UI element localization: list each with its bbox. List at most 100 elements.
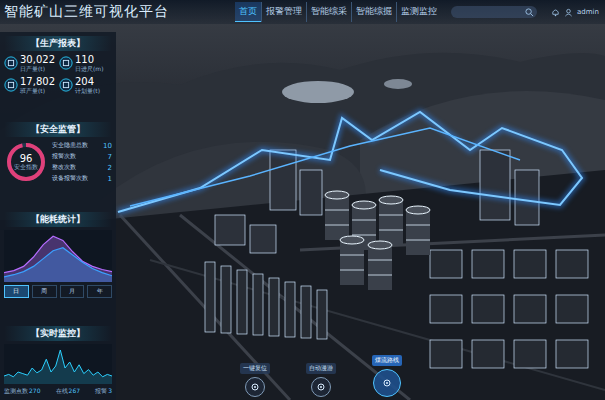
building xyxy=(301,286,311,338)
safety-body: 96安全指数安全隐患总数10报警次数7整改次数2设备报警次数1 xyxy=(4,140,112,184)
user-name[interactable]: admin xyxy=(577,8,599,16)
production-section: 【生产报表】 30,022日产量(t) 110日进尺(m) 17,802班产量(t)2… xyxy=(4,36,112,94)
section-title: 【生产报表】 xyxy=(4,36,112,51)
building xyxy=(556,295,588,323)
safety-value: 7 xyxy=(108,153,112,161)
silo-band xyxy=(379,215,403,216)
building xyxy=(430,340,462,368)
monitor-chart xyxy=(4,344,112,384)
safety-gauge: 96安全指数 xyxy=(4,140,48,184)
silo-top xyxy=(340,236,364,244)
monitor-stat: 监测点数270 xyxy=(4,387,40,396)
energy-area xyxy=(4,236,112,282)
left-panel: 【生产报表】30,022日产量(t)110日进尺(m)17,802班产量(t)2… xyxy=(0,32,116,400)
stat-label: 计划量(t) xyxy=(75,87,100,94)
nav-tab[interactable]: 智能综掘 xyxy=(351,2,396,22)
stat-text: 30,022日产量(t) xyxy=(20,54,55,72)
sky xyxy=(0,0,605,400)
monitor-stat-value: 267 xyxy=(69,387,80,396)
monitor-stat-label: 报警 xyxy=(95,387,107,396)
silo-top xyxy=(352,201,376,209)
nav-tab[interactable]: 首页 xyxy=(235,2,261,22)
safety-row: 安全隐患总数10 xyxy=(52,141,112,150)
silo xyxy=(379,196,403,245)
road xyxy=(180,215,410,400)
stat-value: 30,022 xyxy=(20,54,55,65)
silo-body xyxy=(325,195,349,240)
action-label: 煤流路线 xyxy=(372,355,402,366)
building xyxy=(285,282,295,337)
mine-platform: 智能矿山三维可视化平台 首页报警管理智能综采智能综掘监测监控 admin 【生产报表】… xyxy=(0,0,605,400)
road xyxy=(120,215,290,400)
safety-label: 安全隐患总数 xyxy=(52,141,88,150)
stat-text: 17,802班产量(t) xyxy=(20,76,55,94)
building xyxy=(269,278,279,336)
safety-section: 【安全监管】96安全指数安全隐患总数10报警次数7整改次数2设备报警次数1 xyxy=(4,122,112,184)
stat-card: 204计划量(t) xyxy=(59,76,112,94)
bell-icon[interactable] xyxy=(551,8,560,17)
silo-band xyxy=(379,230,403,231)
monitor-stat: 报警3 xyxy=(95,387,112,396)
monitor-series xyxy=(4,350,112,384)
energy-chart xyxy=(4,230,112,282)
silo-band xyxy=(352,220,376,221)
stat-text: 110日进尺(m) xyxy=(75,54,104,72)
building xyxy=(270,150,296,210)
app-title: 智能矿山三维可视化平台 xyxy=(4,3,169,21)
silo-band xyxy=(340,255,364,256)
silo-top xyxy=(406,206,430,214)
monitor-stat-label: 在线 xyxy=(56,387,68,396)
safety-row: 报警次数 7 xyxy=(52,152,112,161)
energy-section: 【能耗统计】日周月年 xyxy=(4,212,112,298)
building xyxy=(237,270,247,334)
action-circle[interactable] xyxy=(245,377,265,397)
gauge-label: 安全指数 xyxy=(14,164,38,171)
silo-top xyxy=(368,241,392,249)
safety-row: 设备报警次数1 xyxy=(52,174,112,183)
pond xyxy=(384,79,412,89)
action-button[interactable]: 煤流路线 xyxy=(372,355,402,397)
action-icon xyxy=(382,378,392,388)
range-button[interactable]: 周 xyxy=(32,285,57,298)
search-icon[interactable] xyxy=(525,8,534,17)
action-circle[interactable] xyxy=(311,377,331,397)
coal-icon xyxy=(59,78,73,92)
silo-body xyxy=(368,245,392,290)
search-field[interactable] xyxy=(451,6,537,18)
nav-tabs: 首页报警管理智能综采智能综掘监测监控 xyxy=(235,2,441,22)
silo xyxy=(406,206,430,255)
action-circle[interactable] xyxy=(373,369,401,397)
range-button[interactable]: 日 xyxy=(4,285,29,298)
building xyxy=(514,250,546,278)
stat-label: 班产量(t) xyxy=(20,87,55,94)
safety-label: 报警次数 xyxy=(52,152,76,161)
nav-tab[interactable]: 报警管理 xyxy=(261,2,306,22)
silo-band xyxy=(406,225,430,226)
building xyxy=(556,340,588,368)
range-button[interactable]: 年 xyxy=(87,285,112,298)
action-button[interactable]: 自动漫游 xyxy=(306,363,336,397)
nav-tab[interactable]: 监测监控 xyxy=(396,2,441,22)
action-icon xyxy=(316,382,326,392)
stat-card: 110日进尺(m) xyxy=(59,54,112,72)
user-icon[interactable] xyxy=(564,8,573,17)
building xyxy=(514,340,546,368)
safety-label: 整改次数 xyxy=(52,163,76,172)
monitor-stat-value: 3 xyxy=(108,387,112,396)
coal-icon xyxy=(4,78,18,92)
action-button[interactable]: 一键复位 xyxy=(240,363,270,397)
nav-tab[interactable]: 智能综采 xyxy=(306,2,351,22)
action-label: 自动漫游 xyxy=(306,363,336,374)
production-stats: 30,022日产量(t) 110日进尺(m) 17,802班产量(t)204计划量(… xyxy=(4,54,112,94)
stat-card: 17,802班产量(t) xyxy=(4,76,57,94)
silo-body xyxy=(340,240,364,285)
conveyor-line xyxy=(130,128,520,206)
stat-label: 日进尺(m) xyxy=(75,65,104,72)
range-button[interactable]: 月 xyxy=(60,285,85,298)
monitor-line xyxy=(4,350,112,377)
action-label: 一键复位 xyxy=(240,363,270,374)
building xyxy=(205,262,215,332)
energy-series xyxy=(4,236,112,282)
monitor-stat-value: 270 xyxy=(29,387,40,396)
action-bar: 一键复位 自动漫游 煤流路线 xyxy=(240,355,402,397)
